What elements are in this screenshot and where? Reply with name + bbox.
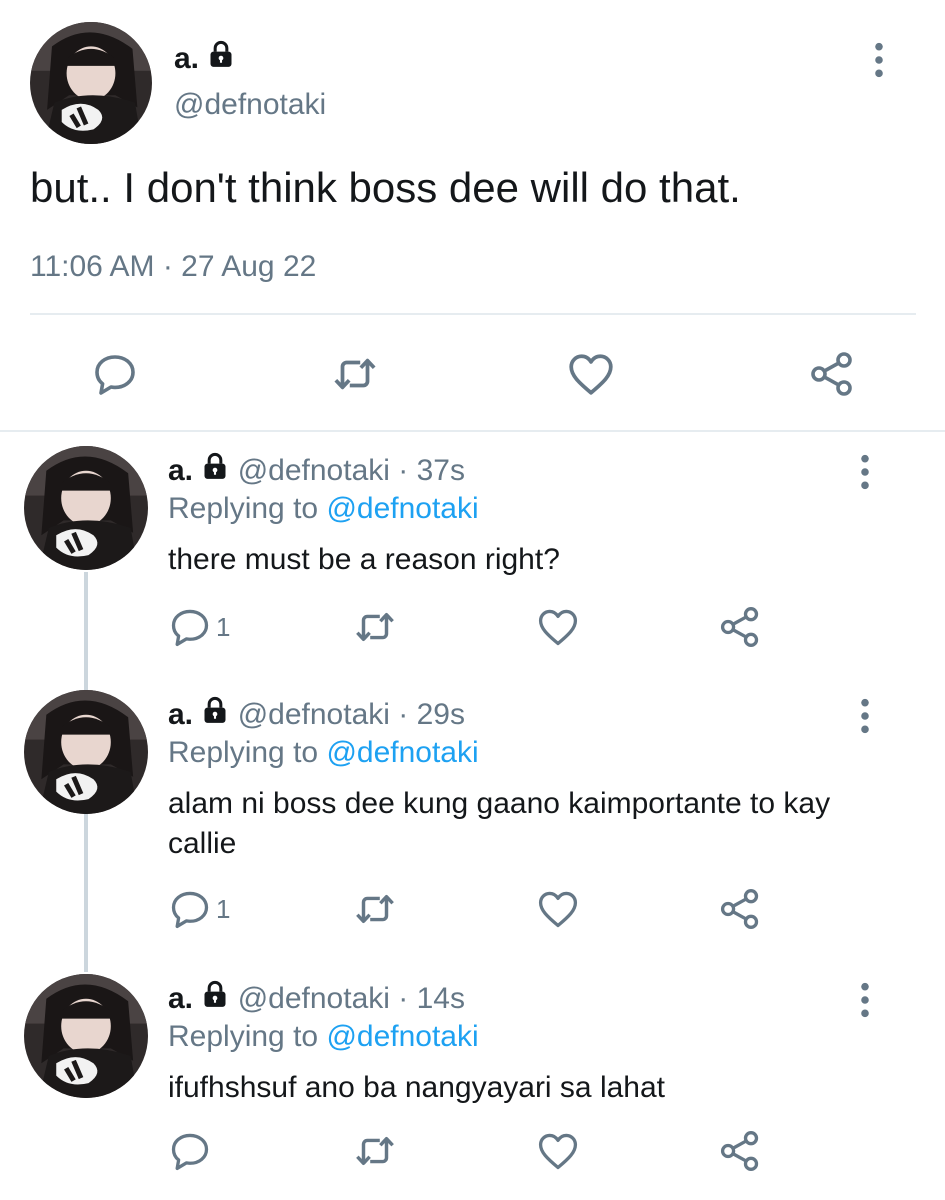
mention-link[interactable]: @defnotaki — [326, 492, 478, 525]
reply-icon — [91, 350, 139, 398]
reply-text: ifufhshsuf ano ba nangyayari sa lahat — [168, 1071, 666, 1104]
reply-actions: 1 — [168, 602, 788, 652]
retweet-icon — [352, 1128, 398, 1174]
retweet-button[interactable] — [352, 1126, 398, 1176]
author-name[interactable]: a. — [174, 40, 235, 76]
reply-tweet[interactable]: a. @defnotaki · 37s Replying to @defnota… — [0, 432, 945, 680]
share-icon — [808, 350, 856, 398]
more-vertical-icon — [858, 980, 872, 1020]
lock-icon — [201, 980, 229, 1008]
lock-icon — [201, 452, 229, 480]
heart-icon — [536, 605, 580, 649]
replying-to: Replying to @defnotaki — [168, 736, 479, 770]
heart-icon — [536, 887, 580, 931]
replying-prefix: Replying to — [168, 736, 319, 769]
share-button[interactable] — [718, 1126, 762, 1176]
reply-header: a. @defnotaki · 29s — [168, 696, 465, 732]
share-icon — [718, 605, 762, 649]
retweet-icon — [352, 604, 398, 650]
separator-dot: · — [398, 454, 409, 487]
author-handle[interactable]: @defnotaki — [238, 698, 390, 731]
replying-to: Replying to @defnotaki — [168, 492, 479, 526]
reply-text: alam ni boss dee kung gaano kaimportante… — [168, 787, 831, 860]
mention-link[interactable]: @defnotaki — [326, 736, 478, 769]
reply-header: a. @defnotaki · 14s — [168, 980, 465, 1016]
main-tweet: a. @defnotaki but.. I don't think boss d… — [0, 0, 945, 432]
more-options-button[interactable] — [858, 696, 898, 740]
avatar[interactable] — [24, 974, 148, 1098]
tweet-text: but.. I don't think boss dee will do tha… — [30, 164, 741, 211]
retweet-button[interactable] — [352, 884, 398, 934]
retweet-button[interactable] — [352, 602, 398, 652]
reply-count: 1 — [216, 611, 231, 642]
reply-button[interactable]: 1 — [168, 884, 230, 934]
like-button[interactable] — [536, 884, 580, 934]
reply-time[interactable]: 37s — [417, 454, 465, 487]
share-button[interactable] — [804, 346, 860, 402]
reply-button[interactable] — [168, 1126, 212, 1176]
retweet-icon — [330, 349, 380, 399]
reply-text: there must be a reason right? — [168, 543, 560, 576]
reply-actions — [168, 1126, 788, 1176]
reply-icon — [168, 605, 212, 649]
reply-button[interactable] — [87, 346, 143, 402]
reply-header: a. @defnotaki · 37s — [168, 452, 465, 488]
replying-prefix: Replying to — [168, 1020, 319, 1053]
heart-icon — [536, 1129, 580, 1173]
display-name[interactable]: a. — [168, 698, 193, 731]
heart-icon — [566, 349, 616, 399]
author-handle[interactable]: @defnotaki — [174, 88, 326, 122]
separator-dot: · — [398, 982, 409, 1015]
like-button[interactable] — [536, 1126, 580, 1176]
reply-tweet[interactable]: a. @defnotaki · 29s Replying to @defnota… — [0, 676, 945, 966]
tweet-timestamp[interactable]: 11:06 AM · 27 Aug 22 — [30, 250, 316, 284]
more-options-button[interactable] — [858, 980, 898, 1024]
like-button[interactable] — [536, 602, 580, 652]
display-name: a. — [174, 42, 200, 75]
mention-link[interactable]: @defnotaki — [326, 1020, 478, 1053]
reply-count: 1 — [216, 893, 231, 924]
reply-time[interactable]: 29s — [417, 698, 465, 731]
reply-time[interactable]: 14s — [417, 982, 465, 1015]
avatar[interactable] — [30, 22, 152, 144]
display-name[interactable]: a. — [168, 982, 193, 1015]
divider — [30, 313, 916, 315]
author-handle[interactable]: @defnotaki — [238, 982, 390, 1015]
reply-icon — [168, 887, 212, 931]
like-button[interactable] — [563, 346, 619, 402]
share-icon — [718, 887, 762, 931]
reply-tweet[interactable]: a. @defnotaki · 14s Replying to @defnota… — [0, 960, 945, 1200]
share-icon — [718, 1129, 762, 1173]
retweet-icon — [352, 886, 398, 932]
lock-icon — [201, 696, 229, 724]
share-button[interactable] — [718, 884, 762, 934]
replying-to: Replying to @defnotaki — [168, 1020, 479, 1054]
share-button[interactable] — [718, 602, 762, 652]
replying-prefix: Replying to — [168, 492, 319, 525]
reply-icon — [168, 1129, 212, 1173]
author-handle[interactable]: @defnotaki — [238, 454, 390, 487]
avatar[interactable] — [24, 690, 148, 814]
retweet-button[interactable] — [327, 346, 383, 402]
avatar[interactable] — [24, 446, 148, 570]
more-options-button[interactable] — [872, 40, 912, 84]
separator-dot: · — [398, 698, 409, 731]
reply-actions: 1 — [168, 884, 788, 934]
reply-button[interactable]: 1 — [168, 602, 230, 652]
display-name[interactable]: a. — [168, 454, 193, 487]
more-vertical-icon — [872, 40, 886, 80]
more-vertical-icon — [858, 452, 872, 492]
more-vertical-icon — [858, 696, 872, 736]
lock-icon — [207, 40, 235, 68]
more-options-button[interactable] — [858, 452, 898, 496]
